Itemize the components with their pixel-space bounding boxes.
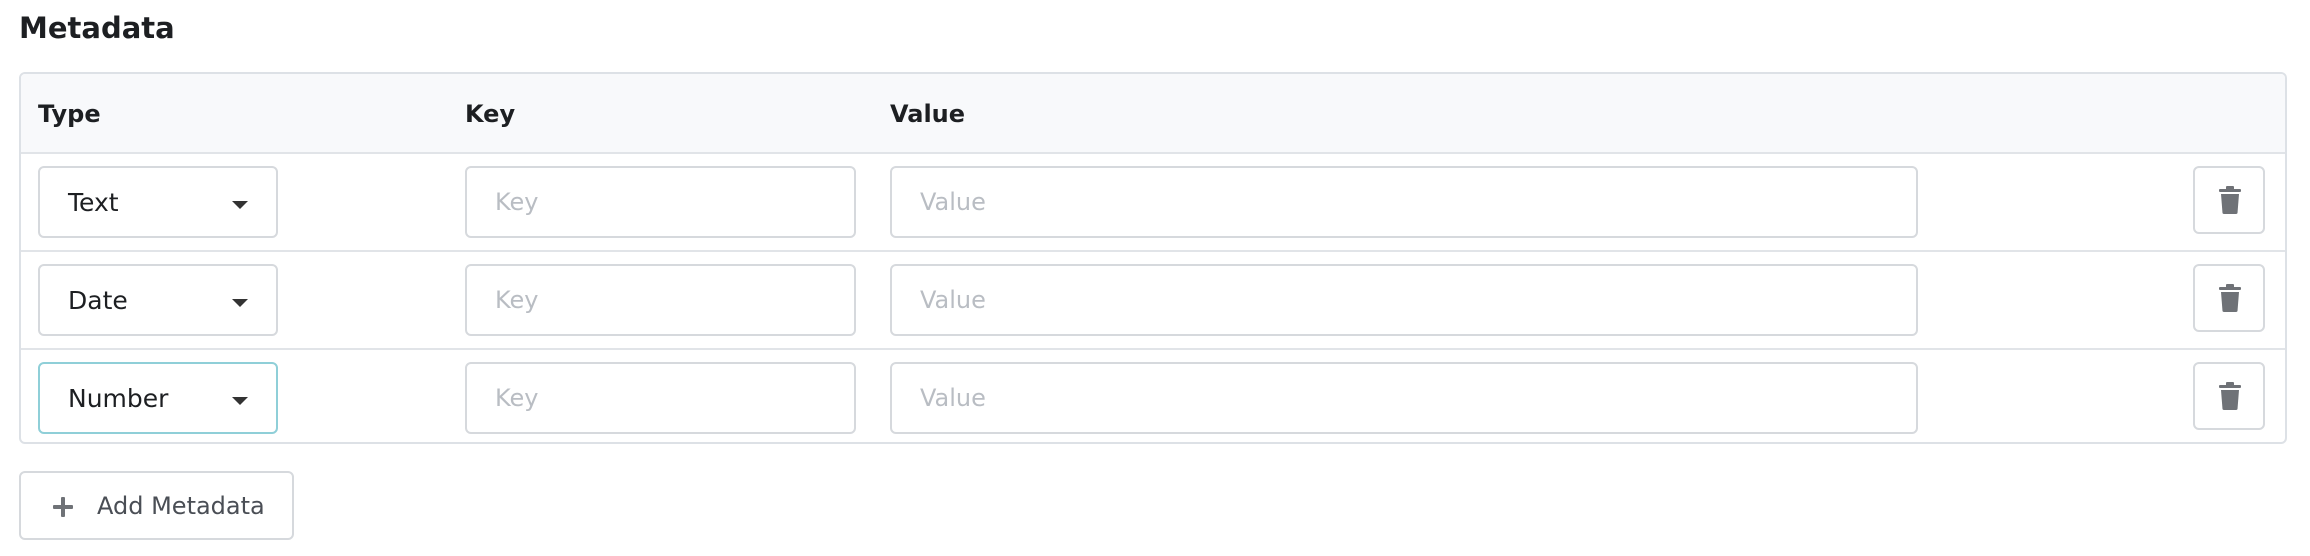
value-input[interactable] (890, 166, 1918, 238)
caret-down-icon (232, 299, 248, 307)
trash-icon (2219, 284, 2241, 312)
add-metadata-label: Add Metadata (97, 492, 265, 520)
delete-row-button[interactable] (2193, 362, 2265, 430)
section-title: Metadata (19, 11, 175, 45)
metadata-row: Number (21, 350, 2285, 442)
key-input[interactable] (465, 264, 856, 336)
add-metadata-button[interactable]: Add Metadata (19, 471, 294, 540)
caret-down-icon (232, 397, 248, 405)
type-select[interactable]: Text (38, 166, 278, 238)
trash-icon (2219, 382, 2241, 410)
key-input[interactable] (465, 362, 856, 434)
delete-row-button[interactable] (2193, 264, 2265, 332)
metadata-table: Type Key Value Text Date (19, 72, 2287, 444)
type-select-value: Text (68, 188, 119, 217)
metadata-row: Text (21, 154, 2285, 252)
plus-icon (53, 497, 73, 517)
value-input[interactable] (890, 264, 1918, 336)
caret-down-icon (232, 201, 248, 209)
type-select[interactable]: Date (38, 264, 278, 336)
value-input[interactable] (890, 362, 1918, 434)
table-header: Type Key Value (21, 74, 2285, 154)
type-select-value: Date (68, 286, 128, 315)
column-header-type: Type (38, 100, 101, 128)
type-select[interactable]: Number (38, 362, 278, 434)
key-input[interactable] (465, 166, 856, 238)
delete-row-button[interactable] (2193, 166, 2265, 234)
column-header-key: Key (465, 100, 516, 128)
trash-icon (2219, 186, 2241, 214)
type-select-value: Number (68, 384, 169, 413)
column-header-value: Value (890, 100, 966, 128)
metadata-row: Date (21, 252, 2285, 350)
